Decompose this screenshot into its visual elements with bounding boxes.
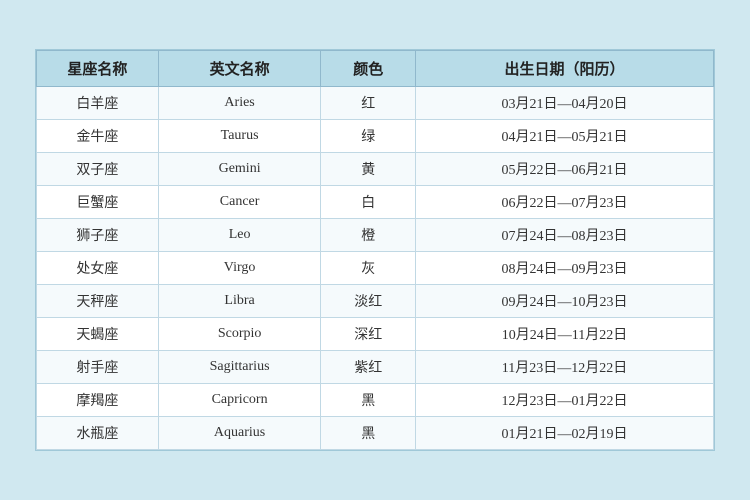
table-body: 白羊座Aries红03月21日—04月20日金牛座Taurus绿04月21日—0… <box>37 87 714 450</box>
table-row: 水瓶座Aquarius黑01月21日—02月19日 <box>37 417 714 450</box>
cell-cn: 天蝎座 <box>37 318 159 351</box>
cell-en: Aries <box>158 87 320 120</box>
header-color: 颜色 <box>321 51 416 87</box>
table-row: 金牛座Taurus绿04月21日—05月21日 <box>37 120 714 153</box>
cell-color: 橙 <box>321 219 416 252</box>
cell-en: Gemini <box>158 153 320 186</box>
table-row: 摩羯座Capricorn黑12月23日—01月22日 <box>37 384 714 417</box>
cell-color: 绿 <box>321 120 416 153</box>
cell-color: 淡红 <box>321 285 416 318</box>
zodiac-table-container: 星座名称 英文名称 颜色 出生日期（阳历） 白羊座Aries红03月21日—04… <box>35 49 715 451</box>
table-header-row: 星座名称 英文名称 颜色 出生日期（阳历） <box>37 51 714 87</box>
header-cn: 星座名称 <box>37 51 159 87</box>
cell-color: 红 <box>321 87 416 120</box>
cell-en: Leo <box>158 219 320 252</box>
cell-date: 03月21日—04月20日 <box>416 87 714 120</box>
cell-color: 黑 <box>321 384 416 417</box>
cell-cn: 处女座 <box>37 252 159 285</box>
table-row: 射手座Sagittarius紫红11月23日—12月22日 <box>37 351 714 384</box>
cell-en: Sagittarius <box>158 351 320 384</box>
cell-color: 黑 <box>321 417 416 450</box>
cell-cn: 摩羯座 <box>37 384 159 417</box>
zodiac-table: 星座名称 英文名称 颜色 出生日期（阳历） 白羊座Aries红03月21日—04… <box>36 50 714 450</box>
cell-date: 09月24日—10月23日 <box>416 285 714 318</box>
cell-date: 08月24日—09月23日 <box>416 252 714 285</box>
cell-date: 12月23日—01月22日 <box>416 384 714 417</box>
header-en: 英文名称 <box>158 51 320 87</box>
table-row: 天蝎座Scorpio深红10月24日—11月22日 <box>37 318 714 351</box>
cell-cn: 巨蟹座 <box>37 186 159 219</box>
cell-cn: 白羊座 <box>37 87 159 120</box>
cell-date: 05月22日—06月21日 <box>416 153 714 186</box>
table-row: 处女座Virgo灰08月24日—09月23日 <box>37 252 714 285</box>
cell-date: 11月23日—12月22日 <box>416 351 714 384</box>
cell-en: Libra <box>158 285 320 318</box>
table-row: 白羊座Aries红03月21日—04月20日 <box>37 87 714 120</box>
table-row: 狮子座Leo橙07月24日—08月23日 <box>37 219 714 252</box>
cell-en: Aquarius <box>158 417 320 450</box>
header-date: 出生日期（阳历） <box>416 51 714 87</box>
table-row: 天秤座Libra淡红09月24日—10月23日 <box>37 285 714 318</box>
cell-color: 深红 <box>321 318 416 351</box>
table-row: 双子座Gemini黄05月22日—06月21日 <box>37 153 714 186</box>
cell-color: 白 <box>321 186 416 219</box>
cell-en: Cancer <box>158 186 320 219</box>
cell-cn: 水瓶座 <box>37 417 159 450</box>
cell-en: Capricorn <box>158 384 320 417</box>
cell-en: Virgo <box>158 252 320 285</box>
cell-en: Taurus <box>158 120 320 153</box>
cell-date: 04月21日—05月21日 <box>416 120 714 153</box>
cell-color: 黄 <box>321 153 416 186</box>
cell-date: 06月22日—07月23日 <box>416 186 714 219</box>
cell-date: 10月24日—11月22日 <box>416 318 714 351</box>
cell-en: Scorpio <box>158 318 320 351</box>
cell-color: 灰 <box>321 252 416 285</box>
table-row: 巨蟹座Cancer白06月22日—07月23日 <box>37 186 714 219</box>
cell-color: 紫红 <box>321 351 416 384</box>
cell-cn: 双子座 <box>37 153 159 186</box>
cell-cn: 狮子座 <box>37 219 159 252</box>
cell-cn: 射手座 <box>37 351 159 384</box>
cell-date: 01月21日—02月19日 <box>416 417 714 450</box>
cell-date: 07月24日—08月23日 <box>416 219 714 252</box>
cell-cn: 金牛座 <box>37 120 159 153</box>
cell-cn: 天秤座 <box>37 285 159 318</box>
